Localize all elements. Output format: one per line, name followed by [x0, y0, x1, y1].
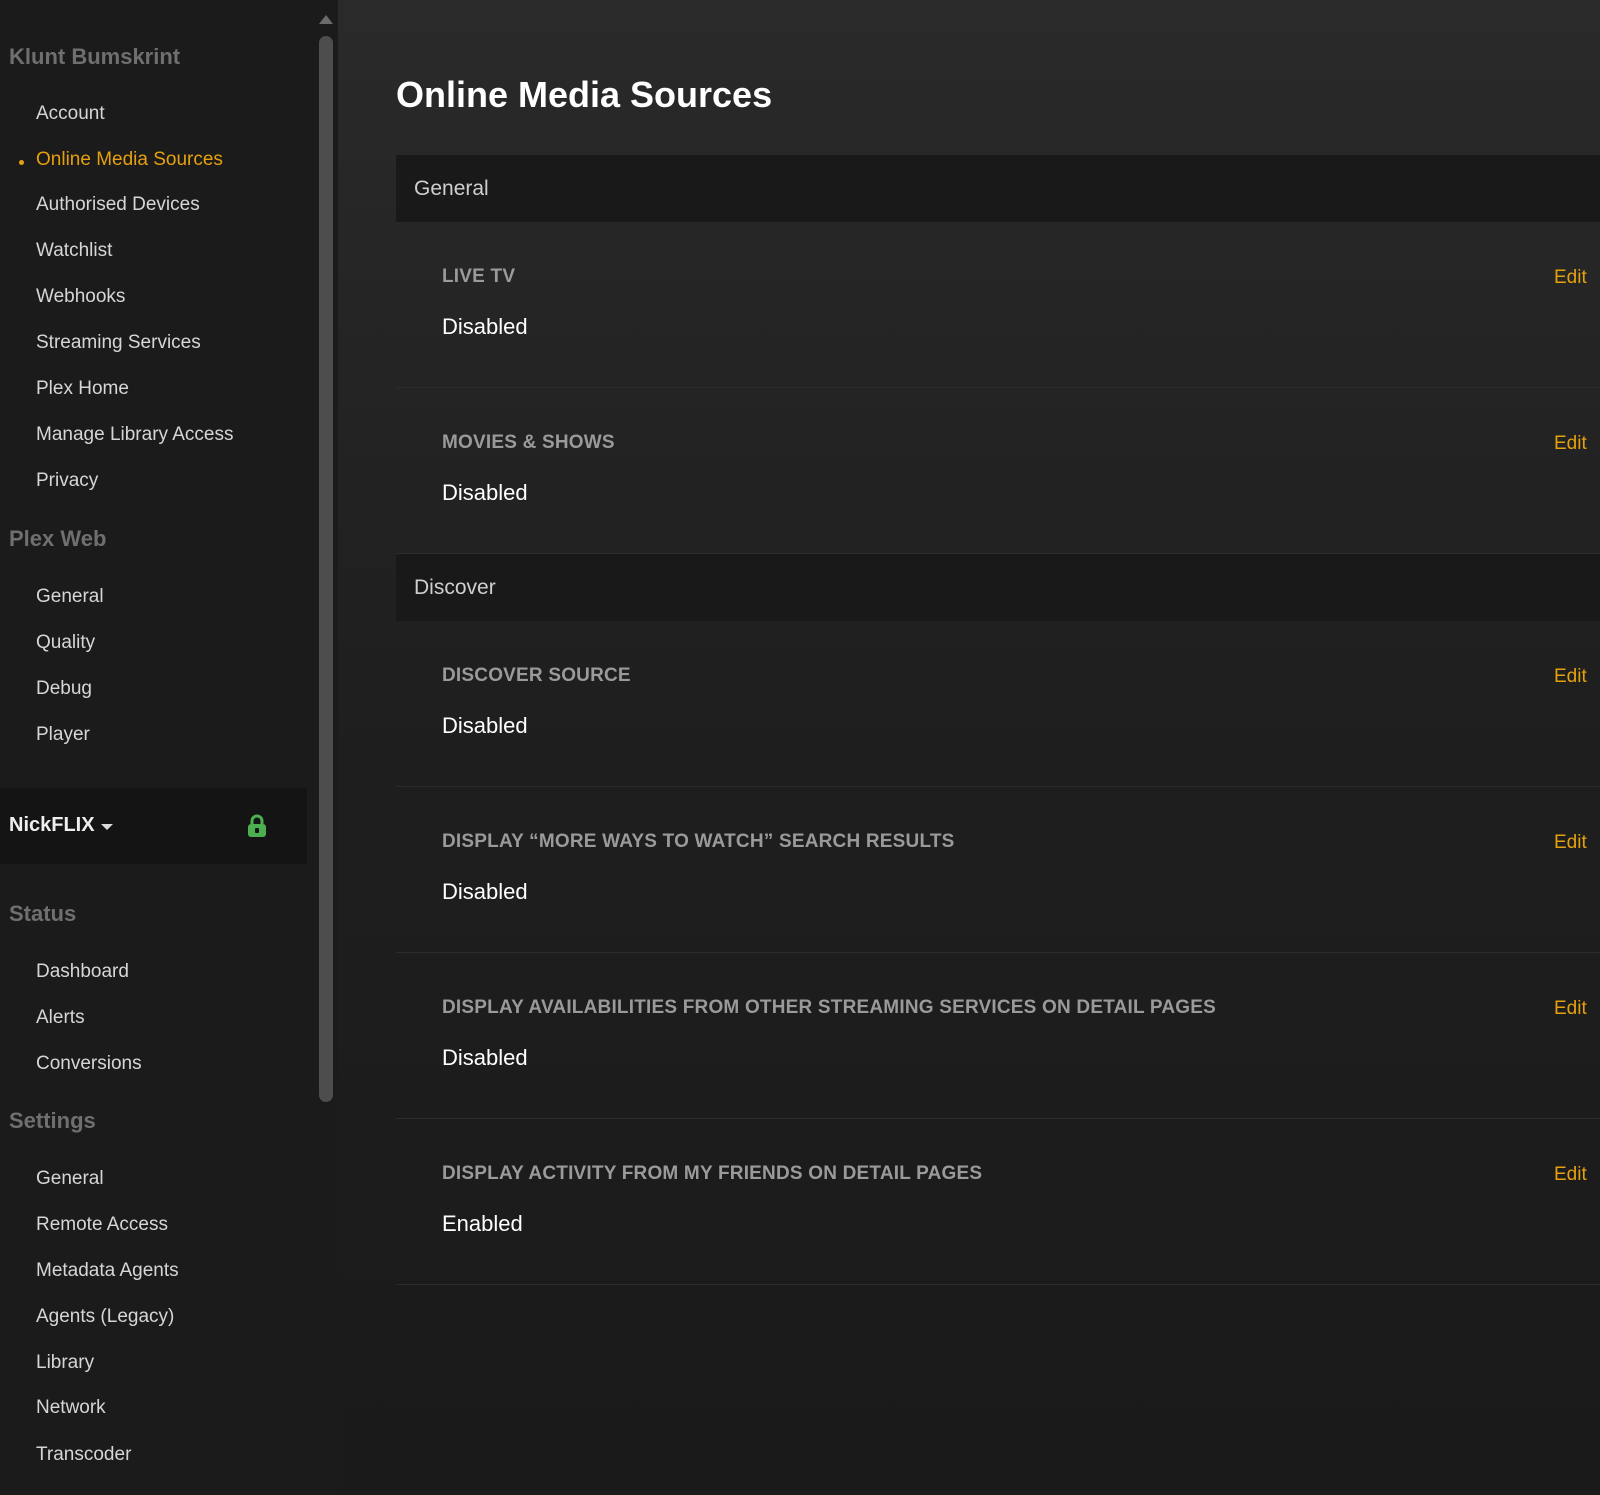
setting-value: Disabled — [442, 879, 528, 904]
sidebar-item-agents-legacy[interactable]: Agents (Legacy) — [36, 1306, 174, 1328]
scroll-up-arrow-icon[interactable] — [319, 15, 333, 24]
edit-button-more-ways-to-watch[interactable]: Edit — [1554, 832, 1587, 854]
setting-label: DISPLAY AVAILABILITIES FROM OTHER STREAM… — [442, 997, 1217, 1018]
setting-row-discover-source: DISCOVER SOURCE Disabled Edit — [396, 621, 1600, 787]
setting-value: Disabled — [442, 1045, 528, 1070]
sidebar-item-plex-home[interactable]: Plex Home — [36, 378, 129, 400]
setting-label: DISPLAY “MORE WAYS TO WATCH” SEARCH RESU… — [442, 831, 955, 852]
setting-label: LIVE TV — [442, 266, 516, 287]
main-content: Online Media Sources General LIVE TV Dis… — [338, 0, 1600, 1495]
sidebar-item-watchlist[interactable]: Watchlist — [36, 240, 112, 262]
sidebar-item-settings-general[interactable]: General — [36, 1168, 104, 1190]
sidebar-item-library[interactable]: Library — [36, 1352, 94, 1374]
edit-button-movies-shows[interactable]: Edit — [1554, 433, 1587, 455]
sidebar-section-status-title: Status — [9, 901, 77, 926]
sidebar-item-conversions[interactable]: Conversions — [36, 1053, 142, 1075]
setting-row-live-tv: LIVE TV Disabled Edit — [396, 222, 1600, 388]
sidebar-section-settings-title: Settings — [9, 1108, 96, 1133]
setting-value: Disabled — [442, 713, 528, 738]
sidebar-item-alerts[interactable]: Alerts — [36, 1007, 85, 1029]
sidebar-item-transcoder[interactable]: Transcoder — [36, 1444, 131, 1466]
sidebar-item-account[interactable]: Account — [36, 103, 105, 125]
setting-row-more-ways-to-watch: DISPLAY “MORE WAYS TO WATCH” SEARCH RESU… — [396, 787, 1600, 953]
sidebar-section-plexweb-title: Plex Web — [9, 526, 107, 551]
edit-button-live-tv[interactable]: Edit — [1554, 267, 1587, 289]
sidebar-item-metadata-agents[interactable]: Metadata Agents — [36, 1260, 179, 1282]
setting-label: DISCOVER SOURCE — [442, 665, 631, 686]
page-title: Online Media Sources — [396, 74, 773, 115]
sidebar-item-online-media-sources[interactable]: Online Media Sources — [36, 149, 223, 171]
server-selector: NickFLIX — [0, 788, 307, 864]
edit-button-friends-activity[interactable]: Edit — [1554, 1164, 1587, 1186]
setting-row-availabilities: DISPLAY AVAILABILITIES FROM OTHER STREAM… — [396, 953, 1600, 1119]
lock-icon — [248, 814, 266, 837]
sidebar-item-network[interactable]: Network — [36, 1397, 106, 1419]
setting-value: Disabled — [442, 314, 528, 339]
sidebar-item-quality[interactable]: Quality — [36, 632, 95, 654]
sidebar-item-webhooks[interactable]: Webhooks — [36, 286, 125, 308]
app-window: Klunt Bumskrint Account Online Media Sou… — [0, 0, 1600, 1495]
setting-label: MOVIES & SHOWS — [442, 432, 615, 453]
edit-button-discover-source[interactable]: Edit — [1554, 666, 1587, 688]
setting-value: Disabled — [442, 480, 528, 505]
sidebar-scrollbar-thumb[interactable] — [319, 36, 333, 1102]
active-indicator-dot — [19, 160, 24, 165]
sidebar-item-player[interactable]: Player — [36, 724, 90, 746]
sidebar: Klunt Bumskrint Account Online Media Sou… — [0, 0, 338, 1495]
sidebar-section-account-title: Klunt Bumskrint — [9, 44, 181, 69]
setting-label: DISPLAY ACTIVITY FROM MY FRIENDS ON DETA… — [442, 1163, 983, 1184]
sidebar-item-dashboard[interactable]: Dashboard — [36, 961, 129, 983]
sidebar-item-remote-access[interactable]: Remote Access — [36, 1214, 168, 1236]
edit-button-availabilities[interactable]: Edit — [1554, 998, 1587, 1020]
group-header-discover: Discover — [396, 554, 1600, 621]
server-name-dropdown[interactable]: NickFLIX — [9, 814, 95, 837]
sidebar-item-streaming-services[interactable]: Streaming Services — [36, 332, 201, 354]
sidebar-item-plexweb-general[interactable]: General — [36, 586, 104, 608]
sidebar-item-manage-library-access[interactable]: Manage Library Access — [36, 424, 234, 446]
setting-row-friends-activity: DISPLAY ACTIVITY FROM MY FRIENDS ON DETA… — [396, 1119, 1600, 1285]
group-header-general: General — [396, 155, 1600, 222]
setting-row-movies-shows: MOVIES & SHOWS Disabled Edit — [396, 388, 1600, 554]
sidebar-item-authorised-devices[interactable]: Authorised Devices — [36, 194, 200, 216]
sidebar-item-debug[interactable]: Debug — [36, 678, 92, 700]
chevron-down-icon[interactable] — [101, 824, 113, 830]
sidebar-item-privacy[interactable]: Privacy — [36, 470, 98, 492]
setting-value: Enabled — [442, 1211, 523, 1236]
